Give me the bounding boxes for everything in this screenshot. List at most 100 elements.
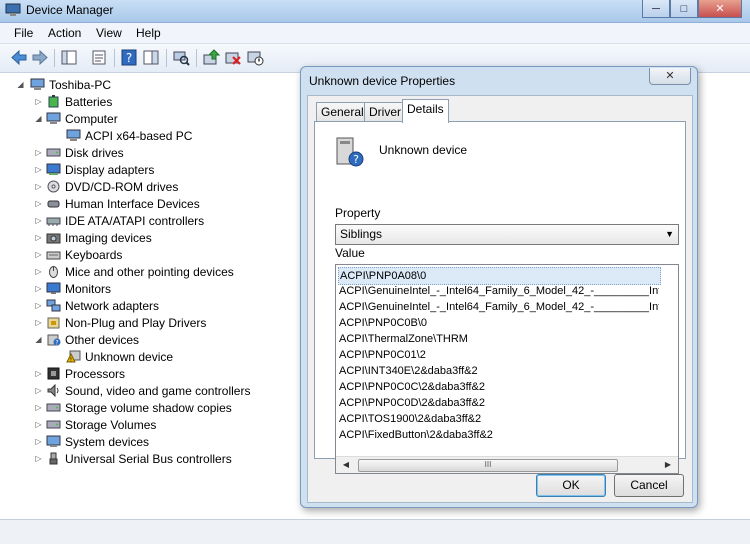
tree-root[interactable]: ◢ Toshiba-PC — [16, 76, 111, 93]
details-panel: ? Unknown device Property Siblings ▼ Val… — [314, 121, 686, 474]
tree-item-other-devices[interactable]: ◢ ? Other devices — [34, 331, 139, 348]
dialog-body: General Driver Details ? Unknown device … — [307, 95, 693, 503]
list-item[interactable]: ACPI\GenuineIntel_-_Intel64_Family_6_Mod… — [338, 283, 659, 299]
tree-item-label: DVD/CD-ROM drives — [65, 179, 179, 194]
list-item[interactable]: ACPI\TOS1900\2&daba3ff&2 — [338, 411, 659, 427]
tree-item-disk-drives[interactable]: ▷ Disk drives — [34, 144, 123, 161]
menu-file[interactable]: File — [14, 26, 33, 40]
scroll-thumb[interactable]: III — [358, 459, 618, 472]
list-item[interactable]: ACPI\PNP0C0D\2&daba3ff&2 — [338, 395, 659, 411]
tree-item-hid[interactable]: ▷ Human Interface Devices — [34, 195, 199, 212]
tree-item-ide[interactable]: ▷ IDE ATA/ATAPI controllers — [34, 212, 204, 229]
expand-arrow-icon[interactable]: ▷ — [34, 454, 43, 463]
show-hide-tree-icon[interactable] — [60, 49, 78, 66]
menu-action[interactable]: Action — [48, 26, 81, 40]
expand-arrow-icon[interactable]: ▷ — [34, 437, 43, 446]
list-item[interactable]: ACPI\PNP0C0B\0 — [338, 315, 659, 331]
tree-item-shadow-copies[interactable]: ▷ Storage volume shadow copies — [34, 399, 231, 416]
tree-item-label: System devices — [65, 434, 150, 449]
collapse-arrow-icon[interactable]: ◢ — [34, 335, 43, 344]
device-name: Unknown device — [379, 143, 468, 157]
expand-arrow-icon[interactable]: ▷ — [34, 148, 43, 157]
close-button[interactable]: ✕ — [698, 0, 742, 18]
tree-item-label: Other devices — [65, 332, 140, 347]
tree-item-keyboards[interactable]: ▷ Keyboards — [34, 246, 122, 263]
expand-arrow-icon[interactable]: ▷ — [34, 403, 43, 412]
tree-root-label: Toshiba-PC — [49, 77, 112, 92]
menu-view[interactable]: View — [96, 26, 122, 40]
property-select[interactable]: Siblings ▼ — [335, 224, 679, 245]
tree-item-mice[interactable]: ▷ Mice and other pointing devices — [34, 263, 233, 280]
tree-item-monitors[interactable]: ▷ Monitors — [34, 280, 111, 297]
expand-arrow-icon[interactable]: ▷ — [34, 250, 43, 259]
property-value: Siblings — [340, 227, 383, 241]
value-list[interactable]: ACPI\PNP0A08\0 ACPI\GenuineIntel_-_Intel… — [335, 264, 679, 474]
minimize-button[interactable]: ─ — [642, 0, 670, 18]
tree-item-display-adapters[interactable]: ▷ Display adapters — [34, 161, 154, 178]
tree-item-dvd-drives[interactable]: ▷ DVD/CD-ROM drives — [34, 178, 178, 195]
value-label: Value — [335, 246, 365, 260]
tree-item-label: Processors — [65, 366, 126, 381]
collapse-arrow-icon[interactable]: ◢ — [34, 114, 43, 123]
menu-help[interactable]: Help — [136, 26, 161, 40]
tree-item-storage-volumes[interactable]: ▷ Storage Volumes — [34, 416, 156, 433]
properties-icon[interactable] — [90, 49, 108, 66]
expand-arrow-icon[interactable]: ▷ — [34, 284, 43, 293]
expand-arrow-icon[interactable]: ▷ — [34, 233, 43, 242]
list-item[interactable]: ACPI\ThermalZone\THRM — [338, 331, 659, 347]
expand-arrow-icon[interactable]: ▷ — [34, 386, 43, 395]
uninstall-device-icon[interactable] — [224, 49, 242, 66]
horizontal-scrollbar[interactable]: ◀ III ▶ — [336, 456, 678, 473]
tab-driver[interactable]: Driver — [364, 102, 406, 122]
expand-arrow-icon[interactable]: ▷ — [34, 216, 43, 225]
usb-icon — [49, 452, 58, 465]
tree-item-network[interactable]: ▷ Network adapters — [34, 297, 159, 314]
help-icon[interactable]: ? — [120, 49, 138, 66]
expand-arrow-icon[interactable]: ▷ — [34, 97, 43, 106]
expand-arrow-icon[interactable]: ▷ — [34, 369, 43, 378]
expand-arrow-icon[interactable]: ▷ — [34, 301, 43, 310]
list-item[interactable]: ACPI\INT340E\2&daba3ff&2 — [338, 363, 659, 379]
update-driver-icon[interactable] — [202, 49, 220, 66]
expand-arrow-icon[interactable]: ▷ — [34, 199, 43, 208]
back-arrow-icon[interactable] — [10, 49, 28, 66]
tree-item-acpi-pc[interactable]: ACPI x64-based PC — [66, 127, 192, 144]
expand-arrow-icon[interactable]: ▷ — [34, 165, 43, 174]
properties-dialog: Unknown device Properties ✕ General Driv… — [300, 66, 698, 508]
tree-item-processors[interactable]: ▷ Processors — [34, 365, 125, 382]
forward-arrow-icon[interactable] — [31, 49, 49, 66]
expand-arrow-icon[interactable]: ▷ — [34, 318, 43, 327]
list-item[interactable]: ACPI\PNP0C01\2 — [338, 347, 659, 363]
svg-text:?: ? — [55, 340, 58, 347]
scan-hardware-icon[interactable] — [172, 49, 190, 66]
list-item[interactable]: ACPI\FixedButton\2&daba3ff&2 — [338, 427, 659, 443]
disable-device-icon[interactable] — [246, 49, 264, 66]
maximize-button[interactable]: □ — [670, 0, 698, 18]
tree-item-unknown-device[interactable]: ! Unknown device — [66, 348, 173, 365]
tab-details[interactable]: Details — [402, 99, 449, 123]
processor-icon — [47, 367, 60, 380]
tree-item-usb[interactable]: ▷ Universal Serial Bus controllers — [34, 450, 231, 467]
scroll-right-icon[interactable]: ▶ — [661, 459, 675, 471]
tree-item-imaging[interactable]: ▷ Imaging devices — [34, 229, 151, 246]
tree-item-computer[interactable]: ◢ Computer — [34, 110, 117, 127]
tree-item-sound[interactable]: ▷ Sound, video and game controllers — [34, 382, 250, 399]
list-item[interactable]: ACPI\GenuineIntel_-_Intel64_Family_6_Mod… — [338, 299, 659, 315]
tree-item-batteries[interactable]: ▷ Batteries — [34, 93, 112, 110]
ok-button[interactable]: OK — [536, 474, 606, 497]
expand-arrow-icon[interactable]: ▷ — [34, 420, 43, 429]
tree-item-non-pnp[interactable]: ▷ Non-Plug and Play Drivers — [34, 314, 206, 331]
computer-icon — [66, 129, 81, 141]
scroll-left-icon[interactable]: ◀ — [339, 459, 353, 471]
dialog-close-button[interactable]: ✕ — [649, 68, 691, 85]
collapse-arrow-icon[interactable]: ◢ — [16, 80, 25, 89]
tree-item-system-devices[interactable]: ▷ System devices — [34, 433, 149, 450]
expand-arrow-icon[interactable]: ▷ — [34, 267, 43, 276]
warning-icon: ! — [66, 350, 81, 363]
expand-arrow-icon[interactable]: ▷ — [34, 182, 43, 191]
cancel-button[interactable]: Cancel — [614, 474, 684, 497]
tab-general[interactable]: General — [316, 102, 369, 122]
display-adapter-icon — [46, 163, 61, 175]
action-pane-icon[interactable] — [142, 49, 160, 66]
list-item[interactable]: ACPI\PNP0C0C\2&daba3ff&2 — [338, 379, 659, 395]
